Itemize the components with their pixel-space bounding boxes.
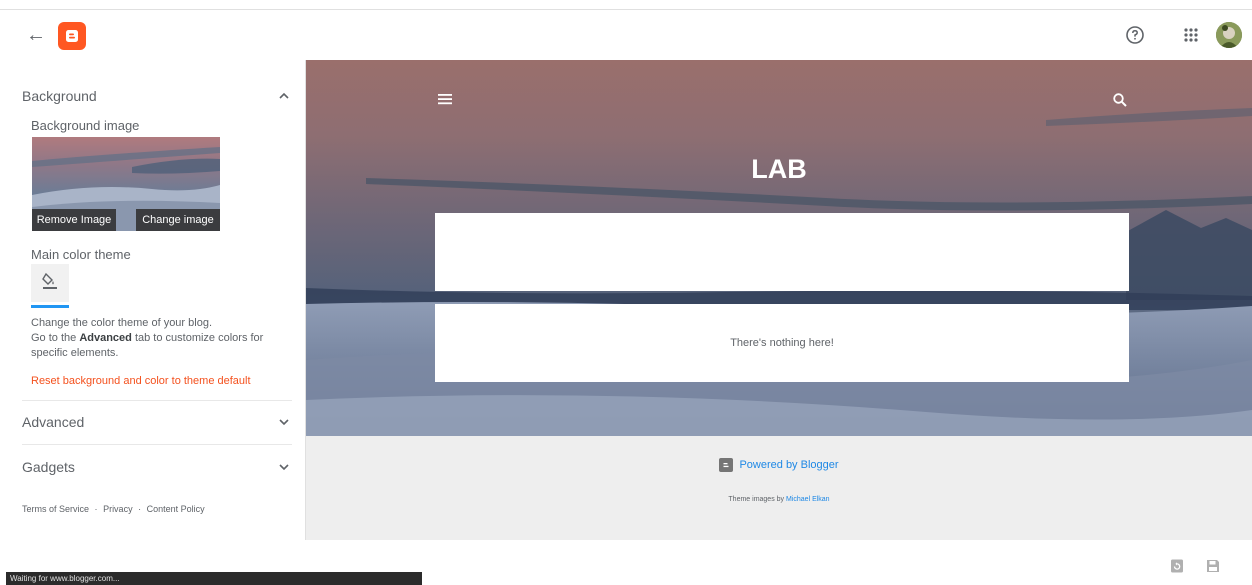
description-line-1: Change the color theme of your blog.	[31, 317, 213, 329]
michael-elkan-link[interactable]: Michael Elkan	[786, 496, 830, 503]
search-icon[interactable]	[1112, 92, 1128, 108]
theme-sidebar: Background Background image Remove Image…	[0, 60, 306, 540]
apps-grid-icon[interactable]	[1181, 25, 1201, 45]
powered-by-text: Powered by Blogger	[739, 459, 839, 471]
bottom-action-bar: Waiting for www.blogger.com...	[0, 540, 1252, 585]
powered-by-blogger-link[interactable]: Powered by Blogger	[306, 458, 1252, 472]
user-avatar[interactable]	[1216, 22, 1242, 48]
color-theme-description: Change the color theme of your blog. Go …	[31, 316, 291, 361]
main-color-theme-label: Main color theme	[31, 247, 131, 262]
empty-posts-card: There's nothing here!	[435, 304, 1129, 382]
save-icon[interactable]	[1205, 558, 1221, 574]
change-image-button[interactable]: Change image	[136, 209, 220, 231]
content-policy-link[interactable]: Content Policy	[147, 504, 205, 514]
terms-of-service-link[interactable]: Terms of Service	[22, 504, 89, 514]
color-theme-swatch[interactable]	[31, 264, 69, 302]
divider	[22, 400, 292, 401]
blogger-logo-icon[interactable]	[58, 22, 86, 50]
arrow-left-icon[interactable]: ←	[22, 22, 50, 50]
separator: ·	[94, 504, 98, 514]
blogger-logo-icon	[719, 458, 734, 472]
help-circle-icon[interactable]	[1124, 24, 1146, 46]
credit-prefix: Theme images by	[728, 496, 786, 503]
divider	[22, 444, 292, 445]
theme-color-indicator	[31, 305, 69, 308]
blog-preview: LAB There's nothing here! Powered by Blo…	[306, 60, 1252, 540]
description-line-2: Go to the Advanced tab to customize colo…	[31, 332, 264, 359]
reset-background-link[interactable]: Reset background and color to theme defa…	[31, 375, 251, 387]
paint-bucket-icon	[40, 271, 60, 296]
separator: ·	[138, 504, 142, 514]
top-app-bar: ←	[0, 10, 1252, 60]
blog-title[interactable]: LAB	[306, 154, 1252, 185]
empty-message: There's nothing here!	[730, 337, 834, 349]
chevron-up-icon[interactable]	[276, 88, 292, 104]
theme-images-credit: Theme images by Michael Elkan	[306, 496, 1252, 503]
footer-links: Terms of Service · Privacy · Content Pol…	[22, 504, 205, 514]
browser-status-bar: Waiting for www.blogger.com...	[6, 572, 422, 585]
section-background-header[interactable]: Background	[22, 88, 97, 104]
chevron-down-icon[interactable]	[276, 459, 292, 475]
hamburger-menu-icon[interactable]	[436, 90, 454, 108]
section-gadgets-header[interactable]: Gadgets	[22, 459, 75, 475]
background-image-label: Background image	[31, 118, 140, 133]
revert-icon[interactable]	[1169, 558, 1185, 574]
privacy-link[interactable]: Privacy	[103, 504, 133, 514]
remove-image-button[interactable]: Remove Image	[32, 209, 116, 231]
chevron-down-icon[interactable]	[276, 414, 292, 430]
blog-content-card	[435, 213, 1129, 291]
section-advanced-header[interactable]: Advanced	[22, 414, 84, 430]
